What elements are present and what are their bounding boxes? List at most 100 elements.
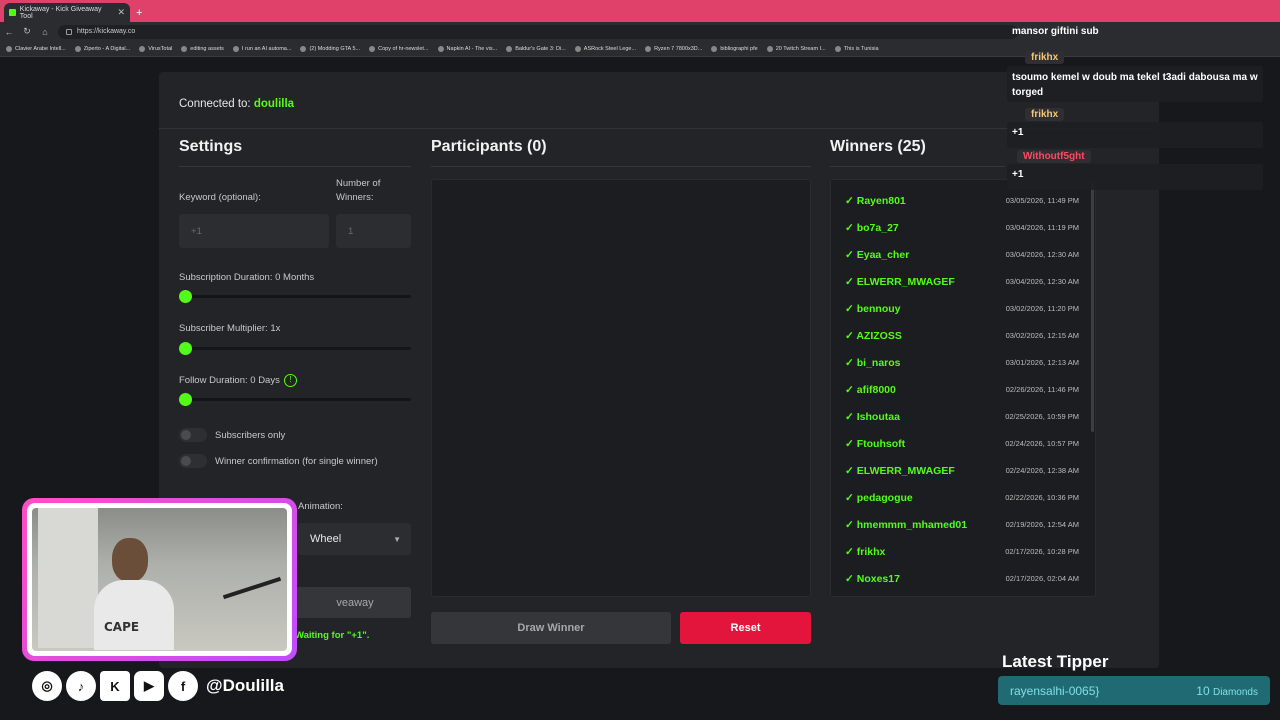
browser-tab[interactable]: Kickaway - Kick Giveaway Tool ✕	[4, 3, 130, 22]
winner-date: 02/25/2026, 10:59 PM	[1005, 412, 1079, 421]
chat-username: Withoutf5ght	[1017, 150, 1091, 163]
chat-message-block: +1	[1007, 122, 1263, 148]
connection-prefix: Connected to:	[179, 98, 251, 110]
bookmark-item[interactable]: (2) Modding GTA 5...	[300, 45, 360, 52]
winner-name: ✓ hmemmm_mhamed01	[845, 518, 968, 531]
winner-name: ✓ bi_naros	[845, 356, 901, 369]
animation-label: Animation:	[298, 501, 343, 512]
url-text: https://kickaway.co	[77, 28, 136, 35]
winner-row: ✓ bo7a_27 03/04/2026, 11:19 PM	[831, 214, 1095, 241]
winner-row: ✓ Noxes17 02/17/2026, 02:04 AM	[831, 565, 1095, 592]
bookmark-item[interactable]: ASRock Steel Lege...	[574, 45, 636, 52]
chat-message: mansor giftini sub	[1012, 26, 1099, 37]
url-input[interactable]: https://kickaway.co	[58, 24, 1018, 39]
winner-date: 02/22/2026, 10:36 PM	[1005, 493, 1079, 502]
bookmark-item[interactable]: Ziperto - A Digital...	[74, 45, 130, 52]
keyword-label: Keyword (optional):	[179, 192, 261, 203]
bookmark-item[interactable]: 20 Twitch Stream I...	[766, 45, 826, 52]
keyword-input[interactable]: +1	[179, 214, 329, 248]
winner-name: ✓ frikhx	[845, 545, 886, 558]
bookmark-item[interactable]: Ryzen 7 7800x3D...	[645, 45, 702, 52]
scrollbar[interactable]	[1091, 182, 1094, 432]
shirt-text: CAPE	[104, 620, 140, 634]
info-icon[interactable]: !	[283, 374, 297, 387]
winner-row: ✓ bi_naros 03/01/2026, 12:13 AM	[831, 349, 1095, 376]
reset-button[interactable]: Reset	[680, 612, 811, 644]
winner-name: ✓ Rayen801	[845, 194, 906, 207]
winner-name: ✓ AZIZOSS	[845, 329, 902, 342]
winner-name: ✓ pedagogue	[845, 491, 913, 504]
winners-count-input[interactable]: 1	[336, 214, 411, 248]
chat-message-block: tsoumo kemel w doub ma tekel t3adi dabou…	[1007, 66, 1263, 102]
winner-date: 03/05/2026, 11:49 PM	[1005, 196, 1079, 205]
bookmark-item[interactable]: editing assets	[181, 45, 224, 52]
channel-name: doulilla	[253, 98, 295, 110]
chat-message: tsoumo kemel w doub ma tekel t3adi dabou…	[1012, 72, 1258, 98]
instagram-icon: ◎	[32, 671, 62, 701]
winner-name: ✓ Noxes17	[845, 572, 900, 585]
winner-confirmation-label: Winner confirmation (for single winner)	[215, 456, 378, 467]
bookmark-item[interactable]: This is Tunisia	[834, 45, 879, 52]
winner-row: ✓ Rayen801 03/05/2026, 11:49 PM	[831, 187, 1095, 214]
bookmark-item[interactable]: Baldur's Gate 3: Di...	[506, 45, 566, 52]
animation-select[interactable]: Wheel ▼	[298, 523, 411, 555]
youtube-icon: ▶	[134, 671, 164, 701]
reload-icon[interactable]: ↻	[22, 26, 32, 37]
bookmark-item[interactable]: VirusTotal	[139, 45, 172, 52]
browser-tab-bar: Kickaway - Kick Giveaway Tool ✕ +	[0, 0, 1280, 22]
winners-count-label-line1: Number of	[336, 178, 381, 189]
webcam-frame: CAPE	[22, 498, 297, 661]
tab-close-icon[interactable]: ✕	[117, 7, 125, 18]
participants-list[interactable]	[431, 179, 811, 597]
draw-winner-button[interactable]: Draw Winner	[431, 612, 671, 644]
social-handle: @Doulilla	[206, 676, 284, 695]
winner-date: 02/26/2026, 11:46 PM	[1005, 385, 1079, 394]
winner-date: 02/17/2026, 02:04 AM	[1005, 574, 1079, 583]
winners-list: ✓ Rayen801 03/05/2026, 11:49 PM ✓ bo7a_27…	[830, 179, 1096, 597]
subscriber-multiplier-label: Subscriber Multiplier: 1x	[179, 323, 281, 334]
follow-duration-slider[interactable]	[179, 393, 411, 406]
winner-row: ✓ hmemmm_mhamed01 02/19/2026, 12:54 AM	[831, 511, 1095, 538]
winner-row: ✓ ELWERR_MWAGEF 03/04/2026, 12:30 AM	[831, 268, 1095, 295]
winners-title: Winners (25)	[830, 138, 926, 155]
waiting-status: t! Waiting for "+1".	[286, 630, 370, 641]
new-tab-button[interactable]: +	[136, 7, 142, 19]
winner-date: 02/24/2026, 10:57 PM	[1005, 439, 1079, 448]
winner-date: 03/04/2026, 12:30 AM	[1005, 277, 1079, 286]
winner-confirmation-toggle[interactable]	[179, 454, 207, 468]
bookmark-item[interactable]: bibliographi pfe	[711, 45, 758, 52]
chat-message: +1	[1012, 127, 1024, 138]
bookmark-item[interactable]: Napkin AI - The vis...	[437, 45, 497, 52]
winner-date: 02/19/2026, 12:54 AM	[1005, 520, 1079, 529]
chevron-down-icon: ▼	[393, 534, 401, 544]
winner-row: ✓ Ftouhsoft 02/24/2026, 10:57 PM	[831, 430, 1095, 457]
subscription-duration-slider[interactable]	[179, 290, 411, 303]
tipper-name: rayensalhi-0065}	[1010, 683, 1100, 698]
settings-title: Settings	[179, 138, 243, 155]
winner-date: 03/02/2026, 11:20 PM	[1005, 304, 1079, 313]
subscriber-multiplier-slider[interactable]	[179, 342, 411, 355]
tab-title: Kickaway - Kick Giveaway Tool	[19, 5, 102, 20]
winner-name: ✓ Ftouhsoft	[845, 437, 906, 450]
subscribers-only-toggle[interactable]	[179, 428, 207, 442]
bookmark-item[interactable]: I run an AI automa...	[232, 45, 291, 52]
giveaway-panel: Connected to: doulilla Settings Keyword …	[159, 72, 1159, 668]
divider	[431, 166, 811, 167]
follow-duration-text: Follow Duration: 0 Days	[179, 375, 280, 387]
divider	[179, 166, 411, 167]
winner-date: 03/01/2026, 12:13 AM	[1005, 358, 1079, 367]
slider-knob[interactable]	[179, 342, 192, 355]
bookmark-item[interactable]: Clavier Arabe Intell...	[6, 45, 66, 52]
winner-row: ✓ Ishoutaa 02/25/2026, 10:59 PM	[831, 403, 1095, 430]
slider-knob[interactable]	[179, 393, 192, 406]
winner-row: ✓ AZIZOSS 03/02/2026, 12:15 AM	[831, 322, 1095, 349]
winner-row: ✓ frikhx 02/17/2026, 10:28 PM	[831, 538, 1095, 565]
tiktok-icon: ♪	[66, 671, 96, 701]
bookmark-item[interactable]: Copy of hr-newslet...	[369, 45, 429, 52]
winner-name: ✓ bo7a_27	[845, 221, 899, 234]
back-icon[interactable]: ←	[4, 27, 14, 37]
home-icon[interactable]: ⌂	[40, 27, 50, 37]
winner-date: 03/02/2026, 12:15 AM	[1005, 331, 1079, 340]
latest-tipper-bar: rayensalhi-0065} 10 Diamonds	[998, 676, 1270, 705]
slider-knob[interactable]	[179, 290, 192, 303]
